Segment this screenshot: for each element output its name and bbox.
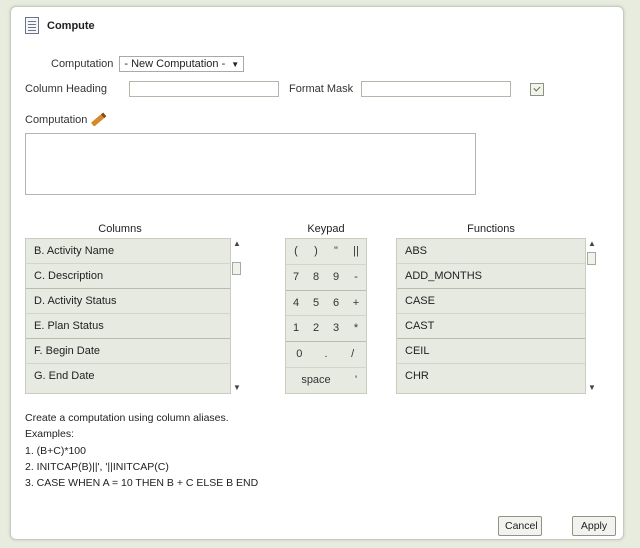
document-icon <box>25 17 39 34</box>
keypad-key[interactable]: || <box>346 239 366 264</box>
function-item[interactable]: CAST <box>397 314 585 339</box>
format-mask-label: Format Mask <box>289 83 354 95</box>
column-heading-input[interactable] <box>129 81 279 97</box>
functions-scrollbar[interactable]: ▲ ▼ <box>586 238 598 394</box>
function-item[interactable]: CASE <box>397 289 585 314</box>
instructions-line: 3. CASE WHEN A = 10 THEN B + C ELSE B EN… <box>25 477 259 490</box>
keypad-key[interactable]: / <box>339 342 366 367</box>
column-item[interactable]: G. End Date <box>26 364 230 389</box>
computation-label: Computation <box>25 114 88 126</box>
function-item[interactable]: ABS <box>397 239 585 264</box>
keypad-key[interactable]: - <box>346 265 366 290</box>
apply-button[interactable]: Apply <box>572 516 616 536</box>
format-mask-input[interactable] <box>361 81 511 97</box>
dropdown-arrow-icon: ▼ <box>231 59 240 69</box>
keypad-key[interactable]: ( <box>286 239 306 264</box>
keypad-key[interactable]: ) <box>306 239 326 264</box>
column-item[interactable]: B. Activity Name <box>26 239 230 264</box>
instructions: Create a computation using column aliase… <box>25 410 258 491</box>
instructions-line: Create a computation using column aliase… <box>25 412 229 424</box>
scroll-up-arrow-icon[interactable]: ▲ <box>231 239 243 249</box>
keypad-key[interactable]: 4 <box>286 291 306 316</box>
dialog-title: Compute <box>47 19 95 32</box>
function-item[interactable]: CEIL <box>397 339 585 364</box>
functions-list: ABS ADD_MONTHS CASE CAST CEIL CHR <box>396 238 586 394</box>
keypad: ( ) " || 7 8 9 - 4 5 6 + 1 2 3 * 0 . / s… <box>285 238 367 394</box>
computation-select-label: Computation <box>51 58 114 70</box>
compute-dialog: Compute Computation - New Computation - … <box>10 6 624 540</box>
keypad-key[interactable]: 5 <box>306 291 326 316</box>
columns-scrollbar[interactable]: ▲ ▼ <box>231 238 243 394</box>
instructions-line: 1. (B+C)*100 <box>25 444 86 457</box>
computation-textarea[interactable] <box>25 133 476 195</box>
functions-title: Functions <box>467 223 515 235</box>
instructions-line: 2. INITCAP(B)||', '||INITCAP(C) <box>25 460 169 473</box>
columns-list: B. Activity Name C. Description D. Activ… <box>25 238 231 394</box>
function-item[interactable]: CHR <box>397 364 585 389</box>
dialog-header: Compute <box>25 17 95 34</box>
keypad-key[interactable]: ' <box>346 368 366 394</box>
computation-label-row: Computation <box>25 113 105 127</box>
keypad-key[interactable]: 0 <box>286 342 313 367</box>
keypad-key[interactable]: * <box>346 316 366 341</box>
keypad-key[interactable]: 3 <box>326 316 346 341</box>
pencil-icon[interactable] <box>91 113 105 127</box>
keypad-key[interactable]: 2 <box>306 316 326 341</box>
scroll-down-arrow-icon[interactable]: ▼ <box>586 383 598 393</box>
computation-select-value: - New Computation - <box>124 58 226 70</box>
keypad-key[interactable]: + <box>346 291 366 316</box>
column-heading-label: Column Heading <box>25 83 107 95</box>
function-item[interactable]: ADD_MONTHS <box>397 264 585 289</box>
keypad-key-space[interactable]: space <box>286 368 346 394</box>
scroll-down-arrow-icon[interactable]: ▼ <box>231 383 243 393</box>
columns-title: Columns <box>98 223 142 235</box>
keypad-title: Keypad <box>307 223 345 235</box>
keypad-key[interactable]: 9 <box>326 265 346 290</box>
column-heading-row: Column Heading Format Mask <box>25 81 555 99</box>
column-item[interactable]: E. Plan Status <box>26 314 230 339</box>
cancel-button[interactable]: Cancel <box>498 516 542 536</box>
keypad-key[interactable]: 6 <box>326 291 346 316</box>
format-mask-picker-icon[interactable] <box>530 83 544 96</box>
column-item[interactable]: D. Activity Status <box>26 289 230 314</box>
keypad-key[interactable]: " <box>326 239 346 264</box>
scroll-thumb[interactable] <box>232 262 241 275</box>
keypad-key[interactable]: 7 <box>286 265 306 290</box>
column-item[interactable]: C. Description <box>26 264 230 289</box>
column-item[interactable]: F. Begin Date <box>26 339 230 364</box>
scroll-up-arrow-icon[interactable]: ▲ <box>586 239 598 249</box>
keypad-key[interactable]: 8 <box>306 265 326 290</box>
computation-select-row: Computation - New Computation - ▼ <box>51 56 245 72</box>
keypad-key[interactable]: 1 <box>286 316 306 341</box>
scroll-thumb[interactable] <box>587 252 596 265</box>
keypad-key[interactable]: . <box>313 342 340 367</box>
computation-select[interactable]: - New Computation - ▼ <box>119 56 245 72</box>
instructions-line: Examples: <box>25 428 75 441</box>
